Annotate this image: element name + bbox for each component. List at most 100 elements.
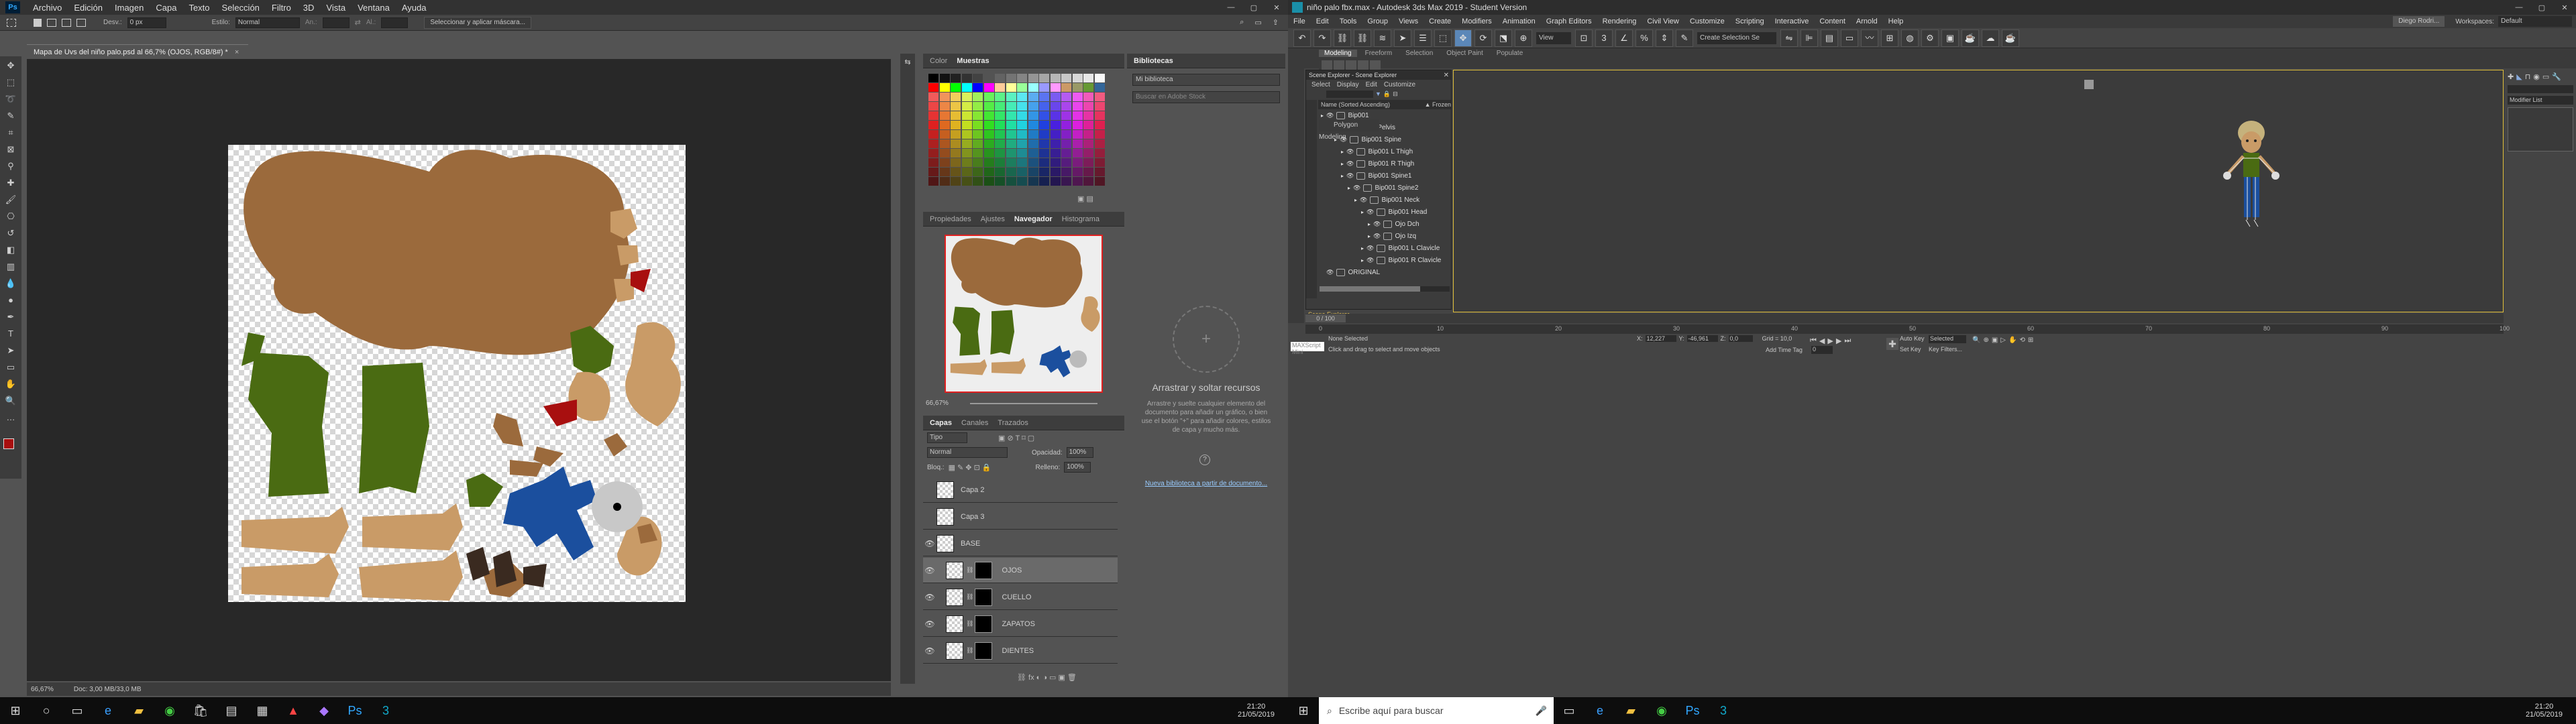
max-menu-item[interactable]: Animation [1497, 17, 1541, 25]
swatch[interactable] [1083, 111, 1093, 120]
swatch[interactable] [1039, 130, 1049, 139]
swatch[interactable] [1072, 74, 1083, 82]
swatch[interactable] [1039, 93, 1049, 101]
max-maximize-icon[interactable]: ▢ [2530, 3, 2553, 12]
visibility-eye-icon[interactable]: 👁 [1366, 257, 1374, 264]
swatch[interactable] [983, 168, 994, 176]
share-icon[interactable]: ⇪ [1273, 18, 1279, 27]
select-region-icon[interactable]: ⬚ [1434, 29, 1452, 47]
swatch[interactable] [1061, 158, 1071, 167]
ps-menu-item[interactable]: Imagen [109, 3, 150, 13]
swatch[interactable] [973, 168, 983, 176]
visibility-eye-icon[interactable]: 👁 [1353, 184, 1360, 192]
add-resource-icon[interactable]: + [1173, 306, 1240, 373]
tab-layers-0[interactable]: Capas [930, 419, 952, 427]
swatch[interactable] [961, 130, 972, 139]
swatch[interactable] [1083, 83, 1093, 92]
swatch[interactable] [1039, 177, 1049, 186]
swatch[interactable] [961, 177, 972, 186]
swatch[interactable] [995, 83, 1005, 92]
dodge-icon[interactable]: ● [3, 293, 18, 308]
task-view-icon[interactable]: ▭ [62, 697, 93, 724]
swatch[interactable] [1072, 121, 1083, 129]
layer-mask[interactable] [975, 615, 993, 633]
swatch[interactable] [1017, 130, 1027, 139]
eyedropper-icon[interactable]: ⚲ [3, 159, 18, 174]
motion-tab-icon[interactable]: ◉ [2533, 72, 2540, 81]
ps-menu-item[interactable]: Ventana [352, 3, 396, 13]
swatch[interactable] [995, 74, 1005, 82]
swatch[interactable] [1050, 121, 1061, 129]
swatch[interactable] [961, 102, 972, 111]
edge-icon[interactable]: e [93, 697, 123, 724]
swatch[interactable] [1094, 83, 1105, 92]
swatch[interactable] [1006, 177, 1016, 186]
align-icon[interactable]: ⊫ [1801, 29, 1818, 47]
se-menu-item[interactable]: Display [1337, 81, 1359, 88]
pan-icon[interactable]: ✋ [2008, 337, 2017, 344]
redo-icon[interactable]: ↷ [1313, 29, 1331, 47]
explorer-icon[interactable]: ▰ [123, 697, 154, 724]
layer-mask[interactable] [975, 588, 993, 606]
swatch[interactable] [1028, 130, 1038, 139]
swatches-grid[interactable] [928, 74, 1110, 188]
swatch[interactable] [973, 177, 983, 186]
eye-icon[interactable]: 👁 [923, 539, 936, 548]
swatch[interactable] [928, 130, 938, 139]
layer-filter-select[interactable]: Tipo [927, 432, 967, 443]
max-menu-item[interactable]: File [1288, 17, 1311, 25]
se-filter-icon[interactable]: ▼ [1375, 90, 1381, 97]
eraser-icon[interactable]: ◧ [3, 243, 18, 257]
swatch[interactable] [939, 130, 950, 139]
swatch[interactable] [973, 149, 983, 158]
tree-expand-icon[interactable]: ▸ [1354, 197, 1360, 203]
search-icon[interactable]: ⌕ [1240, 18, 1244, 27]
x-value[interactable]: 12,227 [1645, 335, 1676, 342]
swatch[interactable] [1072, 158, 1083, 167]
hand-icon[interactable]: ✋ [3, 377, 18, 391]
swatch[interactable] [939, 93, 950, 101]
help-icon[interactable]: ? [1199, 455, 1210, 465]
tab-swatches[interactable]: Muestras [957, 57, 989, 65]
swatch[interactable] [1061, 168, 1071, 176]
swatch[interactable] [1072, 93, 1083, 101]
lock-icons[interactable]: ▦ ✎ ✥ ⊡ 🔒 [949, 463, 991, 472]
swatch[interactable] [983, 139, 994, 148]
swatch[interactable] [983, 130, 994, 139]
set-key-button[interactable]: Set Key [1900, 346, 1921, 353]
named-selection-select[interactable]: Create Selection Se [1697, 32, 1776, 44]
swatch[interactable] [1006, 83, 1016, 92]
se-close-icon[interactable]: ✕ [1444, 72, 1449, 79]
terminal-icon[interactable]: ▤ [216, 697, 247, 724]
se-menu-item[interactable]: Select [1311, 81, 1330, 88]
add-time-tag[interactable]: Add Time Tag [1766, 347, 1803, 353]
visibility-eye-icon[interactable]: 👁 [1366, 208, 1374, 216]
angle-snap-icon[interactable]: ∠ [1615, 29, 1633, 47]
render-icon[interactable]: ☕ [1962, 29, 1979, 47]
select-mask-button[interactable]: Seleccionar y aplicar máscara... [424, 16, 532, 29]
swatch[interactable] [1050, 102, 1061, 111]
search-taskbar-icon[interactable]: ○ [31, 697, 62, 724]
character-model[interactable] [2222, 119, 2282, 233]
tree-expand-icon[interactable]: ▸ [1361, 245, 1366, 251]
swatch[interactable] [1039, 111, 1049, 120]
frame-icon[interactable]: ⊠ [3, 142, 18, 157]
swatch[interactable] [951, 111, 961, 120]
mirror-icon[interactable]: ⇋ [1780, 29, 1798, 47]
pen-icon[interactable]: ✒ [3, 310, 18, 324]
visibility-eye-icon[interactable]: 👁 [1366, 245, 1374, 252]
swatch[interactable] [951, 74, 961, 82]
time-slider-thumb[interactable]: 0 / 100 [1305, 314, 1346, 322]
swatch[interactable] [961, 111, 972, 120]
swatch[interactable] [973, 111, 983, 120]
swatch[interactable] [928, 149, 938, 158]
visibility-eye-icon[interactable]: 👁 [1346, 172, 1354, 180]
swatch[interactable] [1072, 111, 1083, 120]
prev-frame-icon[interactable]: ◀ [1819, 337, 1825, 345]
max-menu-item[interactable]: Scripting [1730, 17, 1770, 25]
max-minimize-icon[interactable]: — [2508, 3, 2530, 11]
render-setup-icon[interactable]: ⚙ [1921, 29, 1939, 47]
placement-icon[interactable]: ⊕ [1515, 29, 1532, 47]
bind-spacewarp-icon[interactable]: ≋ [1374, 29, 1391, 47]
spinner-snap-icon[interactable]: ⇕ [1656, 29, 1673, 47]
